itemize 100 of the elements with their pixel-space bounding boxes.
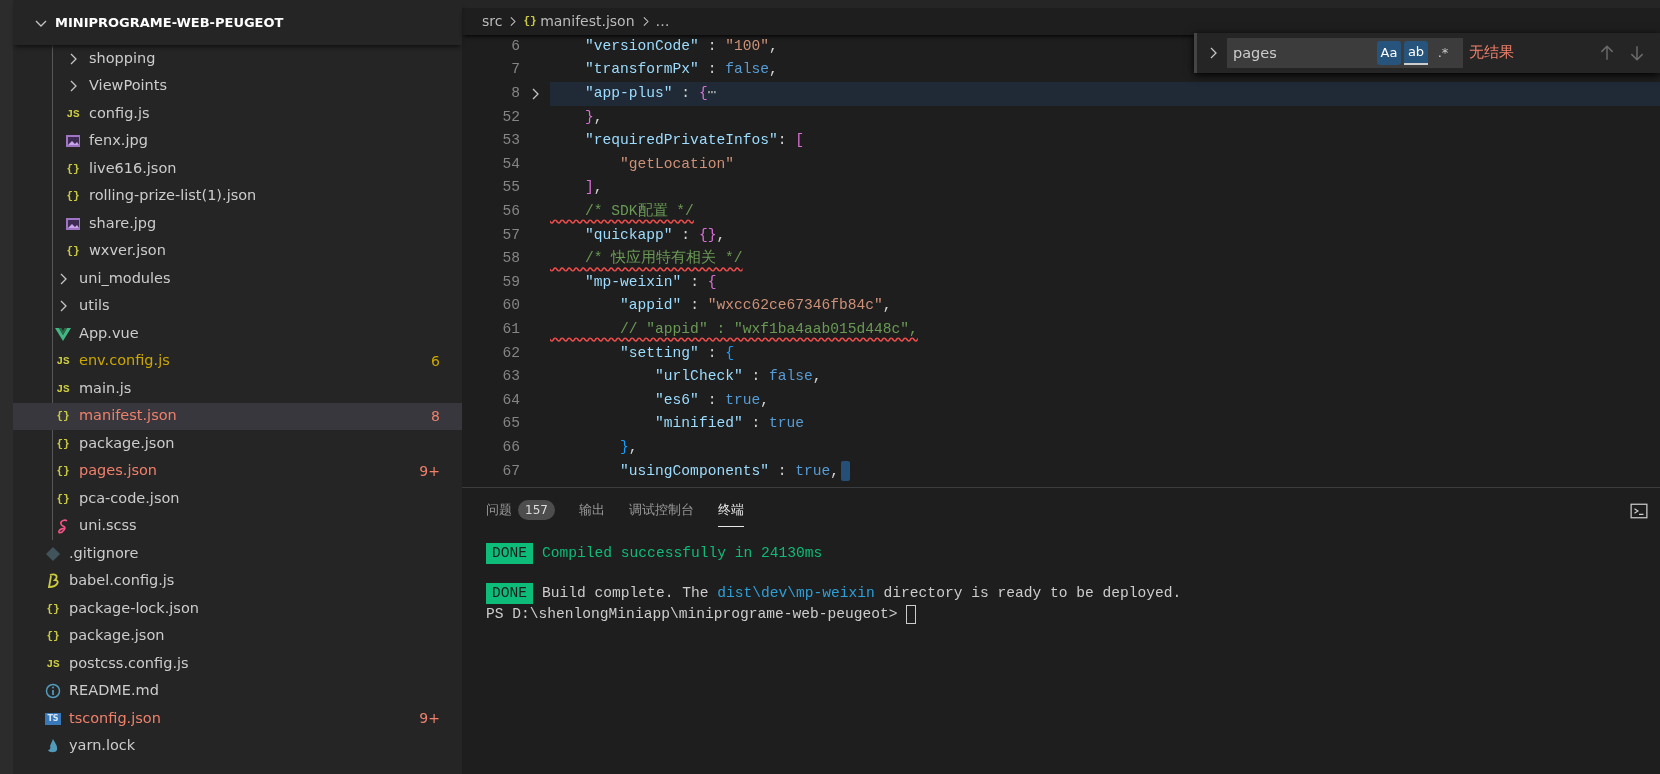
file-item[interactable]: {} package.json — [13, 622, 462, 650]
file-item[interactable]: uni.scss — [13, 512, 462, 540]
file-type-icon: {} — [56, 408, 70, 425]
file-type-icon: {} — [66, 243, 80, 260]
breadcrumb-item[interactable]: … — [655, 11, 670, 32]
code-line: "appid" : "wxcc62ce67346fb84c", — [619, 296, 892, 316]
terminal-text: Build complete. The dist\dev\mp-weixin directory is ready to be deployed. — [542, 583, 1182, 603]
code-line: ], — [584, 178, 603, 198]
problem-count: 9+ — [419, 709, 440, 729]
line-number: 63 — [501, 367, 520, 387]
file-type-icon: JS — [56, 380, 70, 397]
option-toggle[interactable]: .* — [1431, 41, 1455, 65]
folder-item[interactable]: utils — [13, 292, 462, 320]
file-item[interactable]: {} manifest.json 8 — [13, 402, 462, 430]
squiggle-icon — [45, 573, 61, 590]
panel-tab[interactable]: 输出 — [578, 494, 605, 527]
info-icon — [45, 683, 61, 700]
option-toggle[interactable]: ab — [1404, 41, 1428, 65]
count-badge: 157 — [518, 500, 555, 520]
search-field[interactable]: pages — [1227, 38, 1377, 68]
file-item[interactable]: {} live616.json — [13, 155, 462, 183]
file-type-icon: JS — [56, 353, 70, 370]
file-type-icon: JS — [46, 655, 60, 672]
line-number: 64 — [501, 390, 520, 410]
line-number: 52 — [501, 107, 520, 127]
line-number: 58 — [501, 249, 520, 269]
code-line: "urlCheck" : false, — [654, 367, 822, 387]
file-item[interactable]: fenx.jpg — [13, 127, 462, 155]
file-item[interactable]: JS env.config.js 6 — [13, 347, 462, 375]
problem-count: 9+ — [419, 461, 440, 481]
file-item[interactable]: babel.config.js — [13, 567, 462, 595]
file-item[interactable]: {} package.json — [13, 430, 462, 458]
file-type-icon: {} — [66, 188, 80, 205]
file-item[interactable]: {} wxver.json — [13, 237, 462, 265]
file-type-icon: JS — [66, 105, 80, 122]
line-number: 53 — [501, 131, 520, 151]
line-number: 57 — [501, 225, 520, 245]
line-number: 62 — [501, 343, 520, 363]
line-number: 65 — [501, 414, 520, 434]
folder-title[interactable]: MINIPROGRAME-WEB-PEUGEOT — [55, 12, 284, 33]
problem-count: 6 — [431, 351, 440, 371]
code-line: "requiredPrivateInfos": [ — [584, 131, 804, 151]
option-toggle[interactable]: Aa — [1377, 41, 1401, 65]
status-label: DONE — [486, 582, 534, 605]
breadcrumb-item[interactable]: manifest.json — [540, 11, 635, 32]
line-number: 54 — [501, 154, 520, 174]
code-line: "setting" : { — [619, 343, 734, 363]
folder-item[interactable]: shopping — [13, 45, 462, 73]
file-type-icon: {} — [56, 435, 70, 452]
line-number: 8 — [510, 84, 520, 104]
file-type-icon: {} — [46, 600, 60, 617]
file-item[interactable]: JS config.js — [13, 100, 462, 128]
code-line: /* 快应用特有相关 */ — [584, 248, 743, 269]
line-number: 7 — [510, 60, 520, 80]
image-icon — [65, 215, 81, 232]
code-line: // "appid" : "wxf1ba4aab015d448c", — [619, 319, 918, 339]
line-number: 55 — [501, 178, 520, 198]
code-line: "mp-weixin" : { — [584, 272, 717, 292]
line-number: 61 — [501, 319, 520, 339]
panel-tab[interactable]: 调试控制台 — [628, 494, 694, 527]
file-item[interactable]: JS postcss.config.js — [13, 650, 462, 678]
breadcrumb-item[interactable]: src — [482, 11, 503, 32]
status-label: DONE — [486, 542, 534, 565]
diamond-icon — [45, 545, 61, 562]
file-item[interactable]: share.jpg — [13, 210, 462, 238]
file-item[interactable]: yarn.lock — [13, 732, 462, 760]
folder-item[interactable]: uni_modules — [13, 265, 462, 293]
file-type-icon: {} — [56, 463, 70, 480]
file-item[interactable]: {} pages.json 9+ — [13, 457, 462, 485]
file-item[interactable]: App.vue — [13, 320, 462, 348]
code-line: "transformPx" : false, — [584, 60, 778, 80]
file-type-icon: {} — [523, 13, 537, 30]
file-type-icon: {} — [66, 160, 80, 177]
file-item[interactable]: {} package-lock.json — [13, 595, 462, 623]
panel-tab[interactable]: 问题 157 — [486, 494, 555, 527]
line-number: 67 — [501, 461, 520, 481]
code-line: "minified" : true — [654, 414, 804, 434]
problem-count: 8 — [431, 406, 440, 426]
code-line: "usingComponents" : true, — [550, 460, 851, 483]
code-line: /* SDK配置 */ — [584, 202, 694, 221]
terminal-text: Compiled successfully in 24130ms — [542, 543, 823, 563]
folder-item[interactable]: ViewPoints — [13, 72, 462, 100]
terminal-text: PS D:\shenlongMiniapp\miniprograme-web-peugeot> — [486, 604, 899, 624]
panel-tab[interactable]: 终端 — [717, 494, 744, 527]
file-type-icon: TS — [45, 712, 61, 725]
line-number: 66 — [501, 437, 520, 457]
file-item[interactable]: {} rolling-prize-list(1).json — [13, 182, 462, 210]
terminal-icon[interactable] — [1630, 501, 1648, 520]
file-item[interactable]: {} pca-code.json — [13, 485, 462, 513]
file-item[interactable]: TS tsconfig.json 9+ — [13, 705, 462, 733]
file-item[interactable]: .gitignore — [13, 540, 462, 568]
line-number: 6 — [510, 36, 520, 56]
code-line: }, — [584, 107, 603, 127]
file-item[interactable]: README.md — [13, 677, 462, 705]
code-line: "versionCode" : "100", — [584, 36, 778, 56]
line-number: 59 — [501, 272, 520, 292]
file-type-icon: {} — [56, 490, 70, 507]
result-text: 无结果 — [1469, 43, 1514, 63]
image-icon — [65, 133, 81, 150]
file-item[interactable]: JS main.js — [13, 375, 462, 403]
